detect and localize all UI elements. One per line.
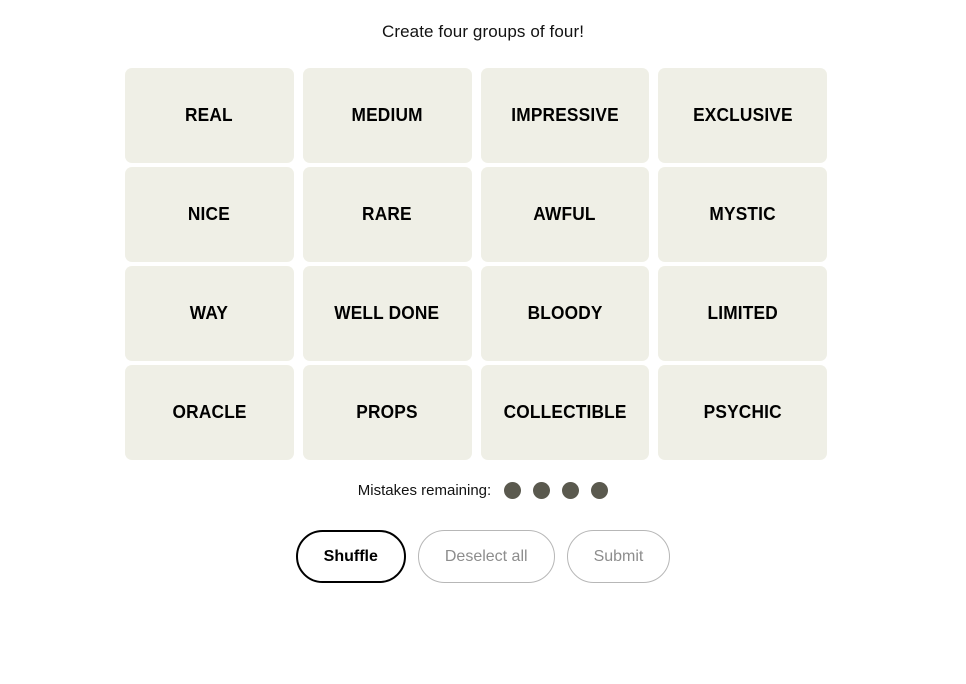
deselect-all-button[interactable]: Deselect all [417, 530, 555, 583]
word-tile[interactable]: AWFUL [480, 167, 650, 262]
shuffle-button[interactable]: Shuffle [295, 530, 406, 583]
word-tile-label: RARE [362, 203, 412, 224]
word-tile[interactable]: ORACLE [125, 365, 294, 460]
word-tile-label: BLOODY [527, 302, 603, 323]
word-tile-grid: REAL MEDIUM IMPRESSIVE EXCLUSIVE NICE RA… [125, 68, 827, 460]
word-tile-label: MYSTIC [709, 203, 776, 224]
word-tile[interactable]: NICE [125, 167, 294, 262]
word-tile[interactable]: PROPS [302, 365, 472, 460]
word-tile[interactable]: EXCLUSIVE [658, 68, 827, 163]
word-tile[interactable]: WELL DONE [302, 266, 472, 361]
connections-game: Create four groups of four! REAL MEDIUM … [0, 0, 966, 684]
word-tile[interactable]: REAL [125, 68, 294, 163]
word-tile-label: WAY [190, 302, 229, 323]
word-tile-label: ORACLE [172, 401, 247, 422]
mistake-dot [562, 482, 580, 499]
word-tile-label: MEDIUM [351, 104, 423, 125]
submit-button[interactable]: Submit [566, 530, 671, 583]
word-tile[interactable]: RARE [302, 167, 472, 262]
word-tile[interactable]: PSYCHIC [658, 365, 827, 460]
word-tile[interactable]: IMPRESSIVE [480, 68, 650, 163]
word-tile[interactable]: BLOODY [480, 266, 650, 361]
word-tile[interactable]: LIMITED [658, 266, 827, 361]
word-tile-label: AWFUL [533, 203, 597, 224]
word-tile[interactable]: MYSTIC [658, 167, 827, 262]
mistakes-remaining-label: Mistakes remaining: [357, 482, 492, 499]
deselect-all-button-label: Deselect all [444, 547, 528, 565]
word-tile[interactable]: WAY [125, 266, 294, 361]
word-tile[interactable]: COLLECTIBLE [480, 365, 650, 460]
word-tile-label: LIMITED [707, 302, 778, 323]
page-title: Create four groups of four! [381, 22, 585, 41]
word-tile-label: PSYCHIC [703, 401, 782, 422]
word-tile[interactable]: MEDIUM [302, 68, 472, 163]
mistake-dot [533, 482, 551, 499]
mistake-dot [504, 482, 522, 499]
mistakes-remaining: Mistakes remaining: [0, 482, 966, 499]
word-tile-label: WELL DONE [334, 302, 440, 323]
mistake-dot [591, 482, 609, 499]
word-tile-label: IMPRESSIVE [511, 104, 619, 125]
action-button-row: Shuffle Deselect all Submit [0, 530, 966, 583]
submit-button-label: Submit [593, 547, 644, 565]
word-tile-label: EXCLUSIVE [692, 104, 793, 125]
word-tile-label: REAL [185, 104, 234, 125]
word-tile-label: PROPS [356, 401, 418, 422]
word-tile-label: NICE [188, 203, 231, 224]
word-tile-label: COLLECTIBLE [503, 401, 627, 422]
mistakes-dot-group [504, 482, 609, 499]
shuffle-button-label: Shuffle [323, 547, 378, 565]
